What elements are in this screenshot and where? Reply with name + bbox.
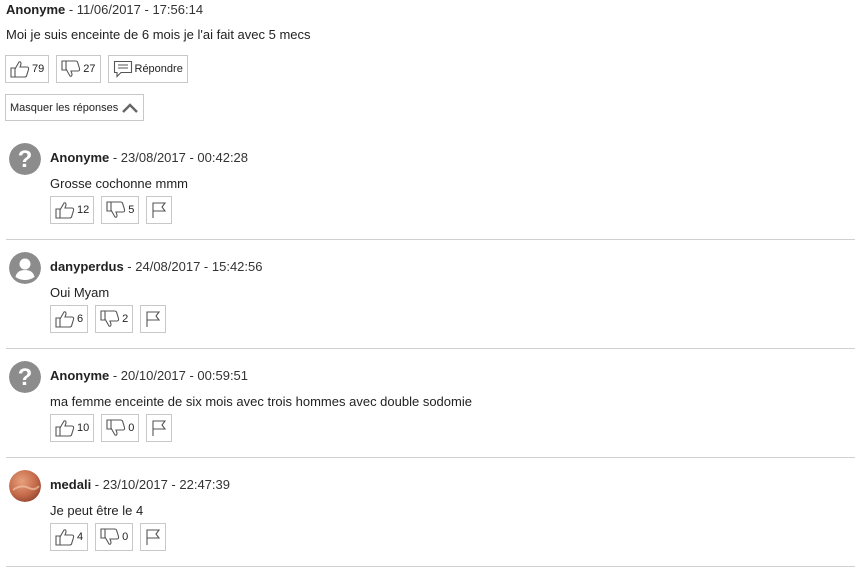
- svg-text:?: ?: [18, 364, 33, 391]
- thumbs-up-icon: [55, 420, 75, 437]
- reply-header: Anonyme - 23/08/2017 - 00:42:28: [50, 150, 248, 165]
- comment-icon: [113, 60, 132, 78]
- header-separator: -: [123, 259, 136, 274]
- thumbs-up-icon: [55, 311, 75, 328]
- dislike-count: 2: [122, 313, 129, 325]
- thumbs-up-icon: [55, 529, 75, 546]
- dislike-count: 5: [128, 204, 135, 216]
- reply-author[interactable]: Anonyme: [50, 368, 109, 383]
- like-button[interactable]: 4: [50, 523, 89, 551]
- reply-actions: 10 0: [50, 414, 173, 442]
- thumbs-down-icon: [61, 60, 81, 77]
- reply-header: Anonyme - 20/10/2017 - 00:59:51: [50, 368, 248, 383]
- thumbs-up-icon: [10, 61, 30, 78]
- chevron-up-icon: [122, 102, 139, 113]
- reply-item: medali - 23/10/2017 - 22:47:39 Je peut ê…: [0, 458, 855, 567]
- flag-icon: [146, 311, 161, 327]
- reply-actions: 6 2: [50, 305, 167, 333]
- report-button[interactable]: [146, 414, 173, 442]
- reply-text: ma femme enceinte de six mois avec trois…: [50, 394, 472, 409]
- like-button[interactable]: 12: [50, 196, 95, 224]
- question-avatar-icon: ?: [9, 143, 41, 175]
- user-avatar-icon: [9, 252, 41, 284]
- reply-date: 23/08/2017 - 00:42:28: [120, 150, 249, 165]
- dislike-button[interactable]: 2: [95, 305, 134, 333]
- like-count: 12: [77, 204, 90, 216]
- svg-text:?: ?: [18, 146, 33, 173]
- photo-avatar: [9, 470, 41, 502]
- header-separator: -: [91, 477, 103, 492]
- header-separator: -: [65, 2, 77, 17]
- thumbs-up-icon: [55, 202, 75, 219]
- reply-item: ? Anonyme - 23/08/2017 - 00:42:28 Grosse…: [0, 131, 855, 240]
- like-button[interactable]: 10: [50, 414, 95, 442]
- comment-author[interactable]: Anonyme: [6, 2, 65, 17]
- reply-author[interactable]: medali: [50, 477, 91, 492]
- dislike-count: 0: [128, 422, 135, 434]
- header-separator: -: [109, 150, 121, 165]
- report-button[interactable]: [146, 196, 173, 224]
- reply-text: Grosse cochonne mmm: [50, 176, 188, 191]
- reply-actions: 4 0: [50, 523, 167, 551]
- reply-author[interactable]: Anonyme: [50, 150, 109, 165]
- header-separator: -: [109, 368, 121, 383]
- reply-date: 20/10/2017 - 00:59:51: [120, 368, 249, 383]
- thumbs-down-icon: [100, 310, 120, 327]
- dislike-button[interactable]: 0: [101, 414, 140, 442]
- reply-actions: 12 5: [50, 196, 173, 224]
- reply-item: ? Anonyme - 20/10/2017 - 00:59:51 ma fem…: [0, 349, 855, 458]
- reply-label: Répondre: [134, 63, 183, 75]
- reply-text: Je peut être le 4: [50, 503, 144, 518]
- divider: [6, 566, 855, 567]
- hide-replies-label: Masquer les réponses: [10, 101, 119, 114]
- dislike-count: 0: [122, 531, 129, 543]
- flag-icon: [152, 420, 167, 436]
- dislike-button[interactable]: 5: [101, 196, 140, 224]
- question-avatar-icon: ?: [9, 361, 41, 393]
- like-button[interactable]: 79: [5, 55, 50, 83]
- like-count: 4: [77, 531, 84, 543]
- like-count: 79: [32, 63, 45, 75]
- reply-date: 24/08/2017 - 15:42:56: [135, 259, 263, 274]
- thumbs-down-icon: [106, 419, 126, 436]
- reply-header: medali - 23/10/2017 - 22:47:39: [50, 477, 230, 492]
- report-button[interactable]: [140, 523, 167, 551]
- dislike-count: 27: [83, 63, 96, 75]
- thumbs-down-icon: [106, 201, 126, 218]
- hide-replies-button[interactable]: Masquer les réponses: [5, 94, 145, 121]
- comment-date: 11/06/2017 - 17:56:14: [76, 2, 204, 17]
- report-button[interactable]: [140, 305, 167, 333]
- reply-author[interactable]: danyperdus: [50, 259, 124, 274]
- like-count: 6: [77, 313, 84, 325]
- like-count: 10: [77, 422, 90, 434]
- dislike-button[interactable]: 0: [95, 523, 134, 551]
- reply-button[interactable]: Répondre: [107, 55, 188, 83]
- comment-actions: 79 27 Répondre: [5, 55, 188, 83]
- comment-thread: Anonyme - 11/06/2017 - 17:56:14 Moi je s…: [0, 0, 855, 577]
- reply-date: 23/10/2017 - 22:47:39: [102, 477, 230, 492]
- like-button[interactable]: 6: [50, 305, 89, 333]
- reply-item: danyperdus - 24/08/2017 - 15:42:56 Oui M…: [0, 240, 855, 349]
- flag-icon: [152, 202, 167, 218]
- dislike-button[interactable]: 27: [56, 55, 101, 83]
- reply-header: danyperdus - 24/08/2017 - 15:42:56: [50, 259, 262, 274]
- flag-icon: [146, 529, 161, 545]
- reply-text: Oui Myam: [50, 285, 110, 300]
- comment-text: Moi je suis enceinte de 6 mois je l'ai f…: [6, 27, 311, 42]
- thumbs-down-icon: [100, 528, 120, 545]
- comment-header: Anonyme - 11/06/2017 - 17:56:14: [6, 2, 203, 17]
